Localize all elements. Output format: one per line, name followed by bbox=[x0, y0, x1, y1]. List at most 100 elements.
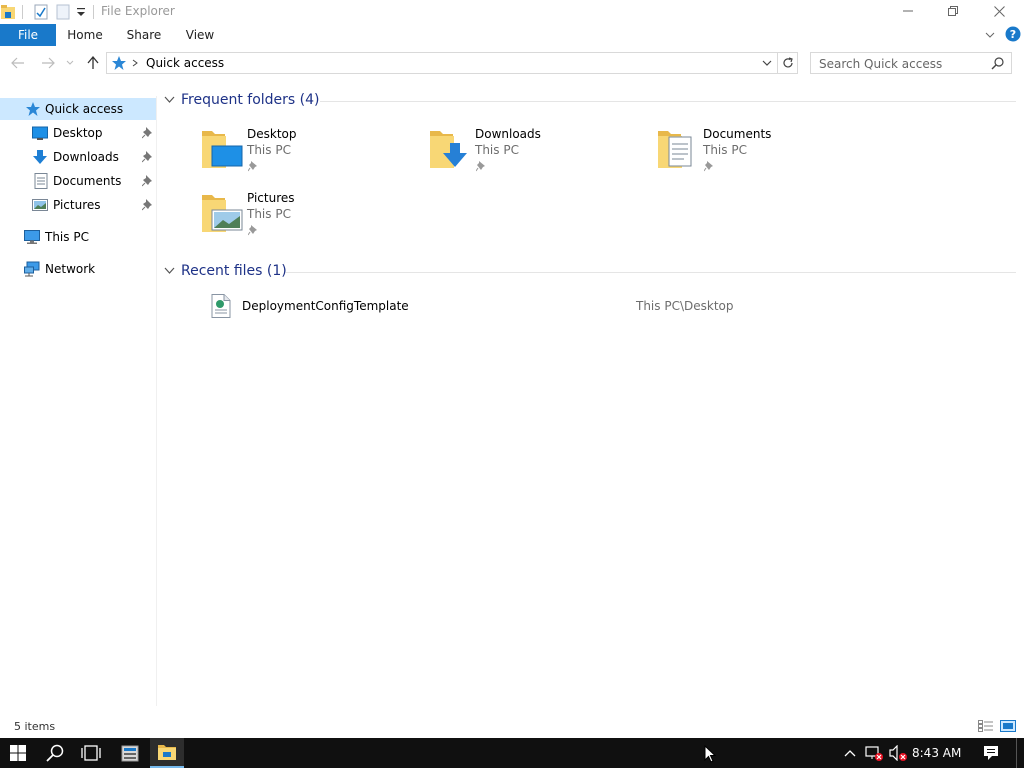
taskbar: 8:43 AM bbox=[0, 738, 1024, 768]
address-bar[interactable]: Quick access bbox=[106, 52, 778, 74]
pane-divider[interactable] bbox=[156, 96, 157, 706]
collapse-chevron-icon bbox=[164, 96, 175, 103]
tab-view[interactable]: View bbox=[178, 24, 222, 46]
pin-icon bbox=[141, 174, 154, 188]
show-desktop-button[interactable] bbox=[1016, 738, 1024, 768]
folder-tile-downloads[interactable]: Downloads This PC bbox=[429, 127, 649, 187]
pin-icon bbox=[703, 160, 714, 172]
sidebar-item-label: Desktop bbox=[53, 126, 103, 140]
tab-home[interactable]: Home bbox=[60, 24, 110, 46]
navigation-pane: Quick access Desktop Downloads Documents bbox=[0, 96, 156, 706]
frequent-folders-header[interactable]: Frequent folders (4) bbox=[164, 92, 320, 108]
sidebar-item-desktop[interactable]: Desktop bbox=[0, 122, 156, 144]
volume-button[interactable] bbox=[886, 738, 910, 768]
network-disconnected-icon bbox=[865, 746, 883, 761]
recent-file-name: DeploymentConfigTemplate bbox=[242, 299, 409, 313]
up-button[interactable] bbox=[85, 55, 101, 71]
volume-muted-icon bbox=[889, 745, 907, 761]
tab-share[interactable]: Share bbox=[118, 24, 170, 46]
download-arrow-icon bbox=[32, 149, 48, 165]
search-input[interactable] bbox=[819, 56, 979, 71]
clock[interactable]: 8:43 AM bbox=[912, 746, 961, 760]
new-folder-icon[interactable] bbox=[55, 4, 71, 23]
help-button[interactable]: ? bbox=[1005, 26, 1021, 45]
forward-arrow-icon bbox=[42, 57, 55, 69]
file-explorer-app-icon[interactable] bbox=[0, 4, 16, 23]
details-view-button[interactable] bbox=[978, 720, 994, 735]
folder-tile-desktop[interactable]: Desktop This PC bbox=[201, 127, 421, 187]
chevron-up-icon bbox=[844, 750, 856, 757]
action-center-button[interactable] bbox=[978, 738, 1004, 768]
recent-locations-button[interactable] bbox=[64, 55, 76, 71]
close-icon bbox=[993, 5, 1005, 17]
tab-file[interactable]: File bbox=[0, 24, 56, 46]
search-icon bbox=[46, 744, 64, 762]
search-box[interactable] bbox=[810, 52, 1012, 74]
collapse-chevron-icon bbox=[164, 267, 175, 274]
large-icons-view-button[interactable] bbox=[1000, 720, 1016, 735]
search-icon[interactable] bbox=[991, 57, 1004, 73]
show-hidden-icons-button[interactable] bbox=[842, 738, 858, 768]
customize-qat-dropdown-icon[interactable] bbox=[76, 6, 86, 21]
pin-icon bbox=[141, 150, 154, 164]
mouse-cursor-icon bbox=[704, 744, 717, 766]
quick-access-star-icon bbox=[111, 55, 127, 74]
group-divider bbox=[286, 272, 1016, 273]
sidebar-item-downloads[interactable]: Downloads bbox=[0, 146, 156, 168]
back-button[interactable] bbox=[10, 55, 26, 71]
start-button[interactable] bbox=[0, 738, 36, 768]
documents-folder-icon bbox=[657, 127, 701, 171]
chevron-down-icon bbox=[762, 60, 772, 66]
minimize-icon bbox=[903, 10, 913, 12]
server-manager-taskbar-button[interactable] bbox=[112, 738, 148, 768]
file-explorer-icon bbox=[158, 745, 176, 760]
expand-ribbon-button[interactable] bbox=[984, 29, 996, 44]
folder-name: Pictures bbox=[247, 191, 295, 205]
sidebar-item-documents[interactable]: Documents bbox=[0, 170, 156, 192]
windows-logo-icon bbox=[10, 745, 26, 761]
back-arrow-icon bbox=[11, 57, 24, 69]
recent-file-row[interactable]: DeploymentConfigTemplate This PC\Desktop bbox=[208, 292, 1008, 320]
picture-icon bbox=[32, 197, 48, 213]
sidebar-item-label: Pictures bbox=[53, 198, 101, 212]
forward-button[interactable] bbox=[40, 55, 56, 71]
refresh-button[interactable] bbox=[778, 52, 798, 74]
sidebar-item-pictures[interactable]: Pictures bbox=[0, 194, 156, 216]
pin-icon bbox=[141, 198, 154, 212]
qat-separator bbox=[22, 5, 23, 19]
sidebar-item-quick-access[interactable]: Quick access bbox=[0, 98, 156, 120]
sidebar-item-this-pc[interactable]: This PC bbox=[0, 226, 156, 248]
restore-button[interactable] bbox=[930, 0, 976, 22]
recent-file-path: This PC\Desktop bbox=[636, 299, 734, 313]
close-button[interactable] bbox=[976, 0, 1022, 22]
breadcrumb-separator-icon[interactable] bbox=[131, 56, 139, 73]
star-icon bbox=[25, 101, 41, 117]
downloads-folder-icon bbox=[429, 127, 473, 171]
restore-icon bbox=[948, 6, 958, 16]
file-explorer-taskbar-button[interactable] bbox=[150, 738, 184, 768]
folder-name: Downloads bbox=[475, 127, 541, 141]
title-bar: File Explorer bbox=[0, 0, 1024, 24]
folder-tile-pictures[interactable]: Pictures This PC bbox=[201, 191, 421, 251]
minimize-button[interactable] bbox=[885, 0, 931, 22]
folder-tile-documents[interactable]: Documents This PC bbox=[657, 127, 877, 187]
pin-icon bbox=[247, 160, 258, 172]
folder-location: This PC bbox=[247, 143, 291, 157]
pin-icon bbox=[141, 126, 154, 140]
sidebar-item-network[interactable]: Network bbox=[0, 258, 156, 280]
folder-name: Desktop bbox=[247, 127, 297, 141]
search-taskbar-button[interactable] bbox=[38, 738, 72, 768]
address-history-dropdown[interactable] bbox=[761, 57, 773, 72]
properties-icon[interactable] bbox=[33, 4, 49, 23]
recent-files-header[interactable]: Recent files (1) bbox=[164, 263, 287, 279]
task-view-button[interactable] bbox=[74, 738, 108, 768]
large-icons-view-icon bbox=[1000, 720, 1016, 732]
help-icon: ? bbox=[1005, 26, 1021, 42]
chevron-down-icon bbox=[985, 32, 995, 38]
title-separator bbox=[93, 5, 94, 19]
task-view-icon bbox=[81, 745, 101, 761]
document-icon bbox=[33, 173, 49, 189]
network-status-button[interactable] bbox=[862, 738, 886, 768]
sidebar-item-label: This PC bbox=[45, 230, 89, 244]
breadcrumb-quick-access[interactable]: Quick access bbox=[146, 56, 224, 70]
